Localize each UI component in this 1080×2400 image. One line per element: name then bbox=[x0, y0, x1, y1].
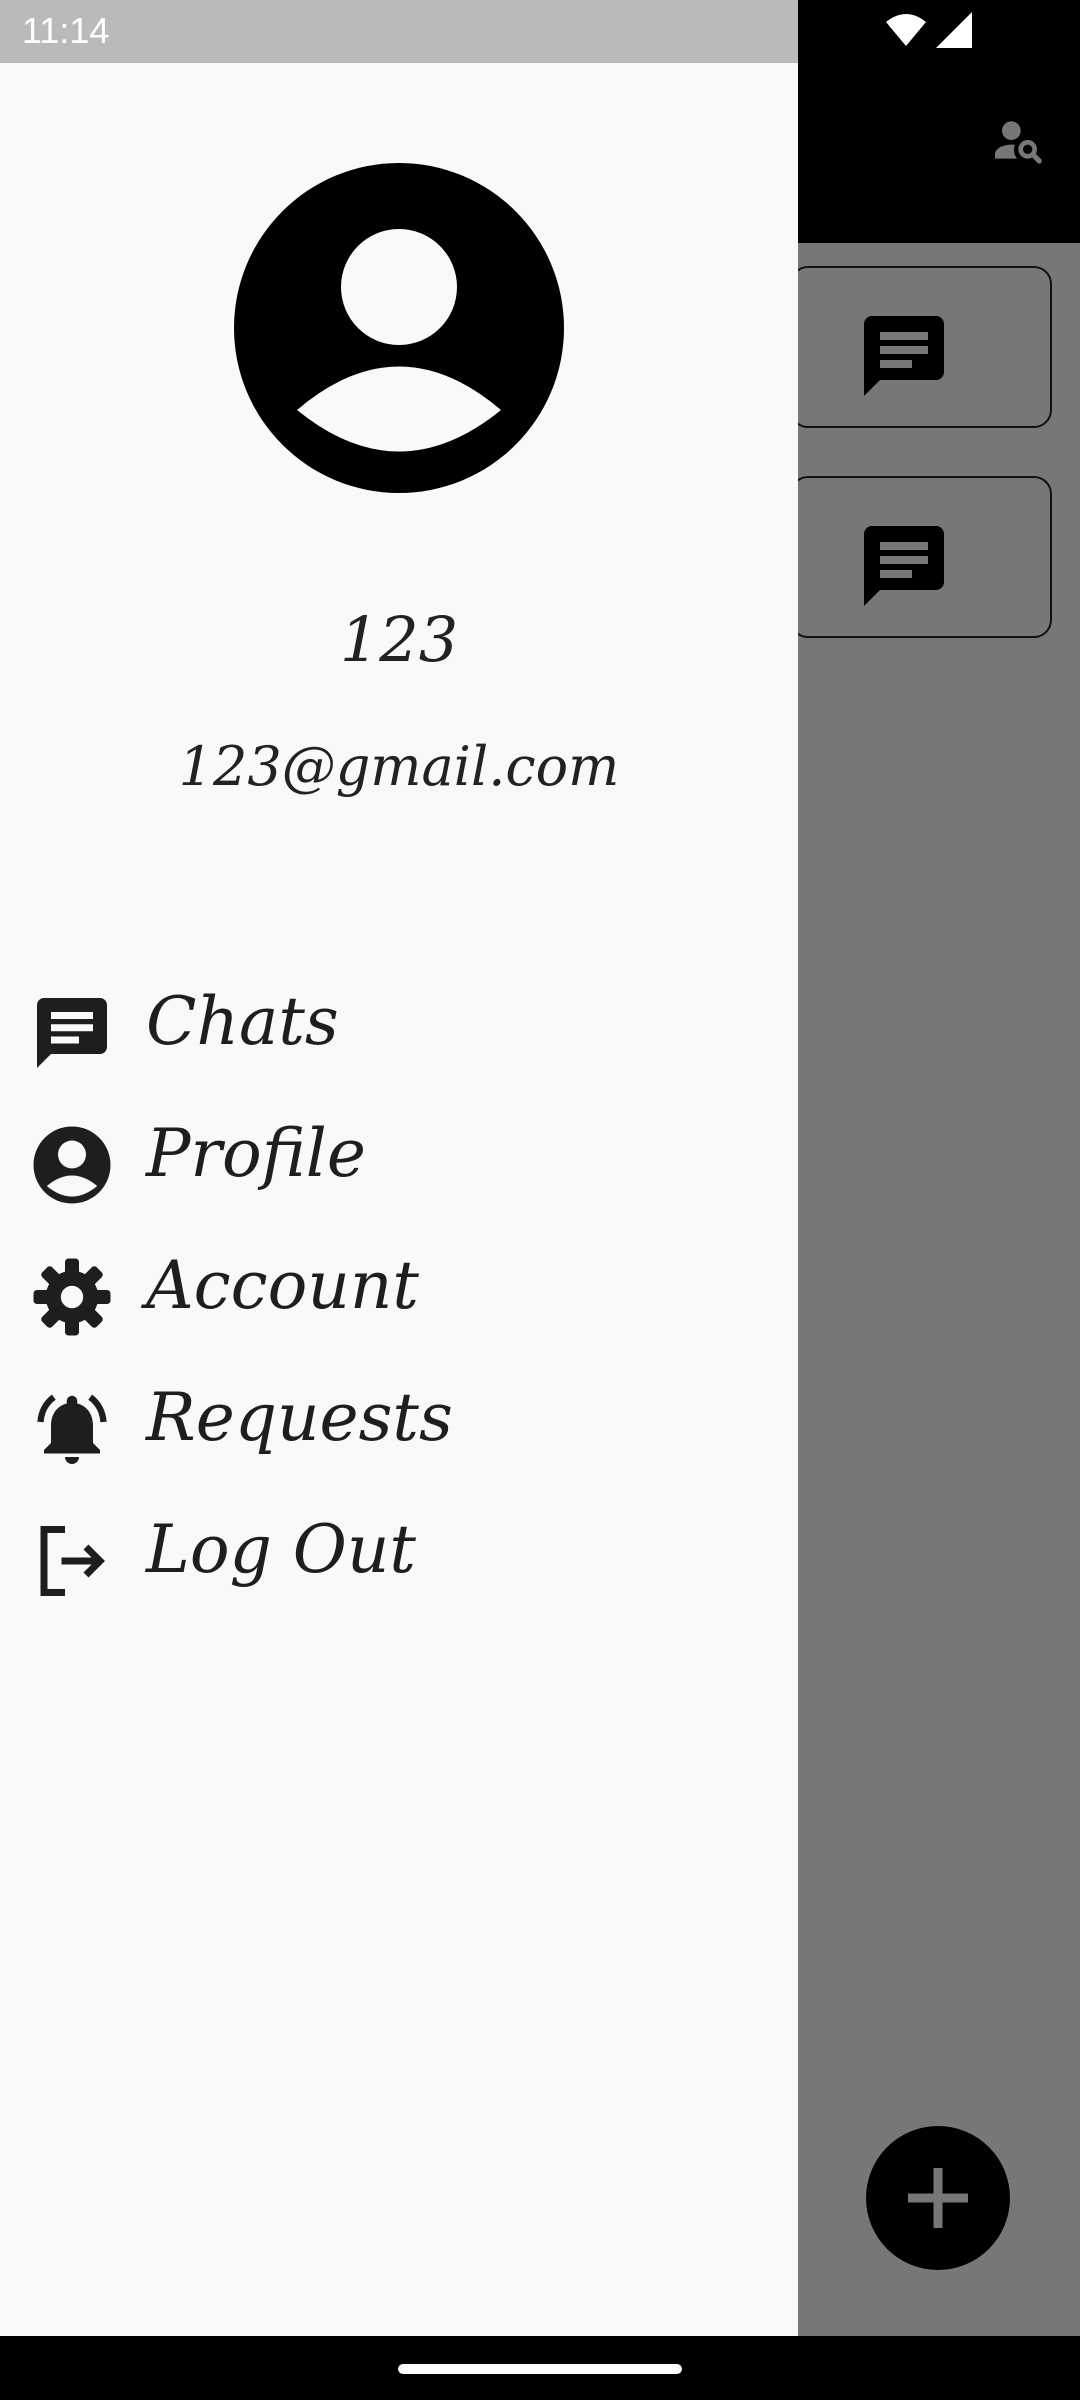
menu-item-requests[interactable]: Requests bbox=[0, 1359, 798, 1489]
menu-item-chats[interactable]: Chats bbox=[0, 963, 798, 1093]
bell-icon bbox=[37, 1394, 107, 1464]
gear-icon bbox=[33, 1258, 111, 1336]
menu-item-label: Requests bbox=[146, 1379, 453, 1456]
menu-item-label: Log Out bbox=[146, 1511, 416, 1588]
menu-item-label: Account bbox=[146, 1247, 419, 1324]
chat-card[interactable] bbox=[790, 476, 1052, 638]
signal-icon bbox=[936, 12, 972, 48]
chat-icon bbox=[864, 316, 944, 396]
chat-icon bbox=[864, 526, 944, 606]
menu-item-logout[interactable]: Log Out bbox=[0, 1491, 798, 1621]
navigation-drawer: 123 123@gmail.com Chats Profile Account … bbox=[0, 63, 798, 2336]
logout-icon bbox=[40, 1526, 105, 1596]
status-time: 11:14 bbox=[22, 10, 110, 51]
chat-icon bbox=[37, 998, 107, 1068]
user-name: 123 bbox=[339, 603, 459, 676]
plus-icon bbox=[908, 2168, 968, 2228]
home-indicator[interactable] bbox=[398, 2364, 682, 2374]
menu-item-label: Profile bbox=[146, 1115, 366, 1192]
chat-card[interactable] bbox=[790, 266, 1052, 428]
menu-item-label: Chats bbox=[146, 983, 339, 1060]
person-search-icon[interactable] bbox=[988, 112, 1044, 168]
menu-item-account[interactable]: Account bbox=[0, 1227, 798, 1357]
user-email: 123@gmail.com bbox=[178, 735, 620, 798]
add-chat-button[interactable] bbox=[866, 2126, 1010, 2270]
status-bar-scrim bbox=[0, 0, 798, 63]
account-circle-icon[interactable] bbox=[234, 163, 564, 493]
menu-item-profile[interactable]: Profile bbox=[0, 1095, 798, 1225]
status-bar: 11:14 bbox=[0, 0, 1080, 63]
account-circle-icon bbox=[33, 1126, 111, 1204]
wifi-icon bbox=[886, 14, 926, 46]
